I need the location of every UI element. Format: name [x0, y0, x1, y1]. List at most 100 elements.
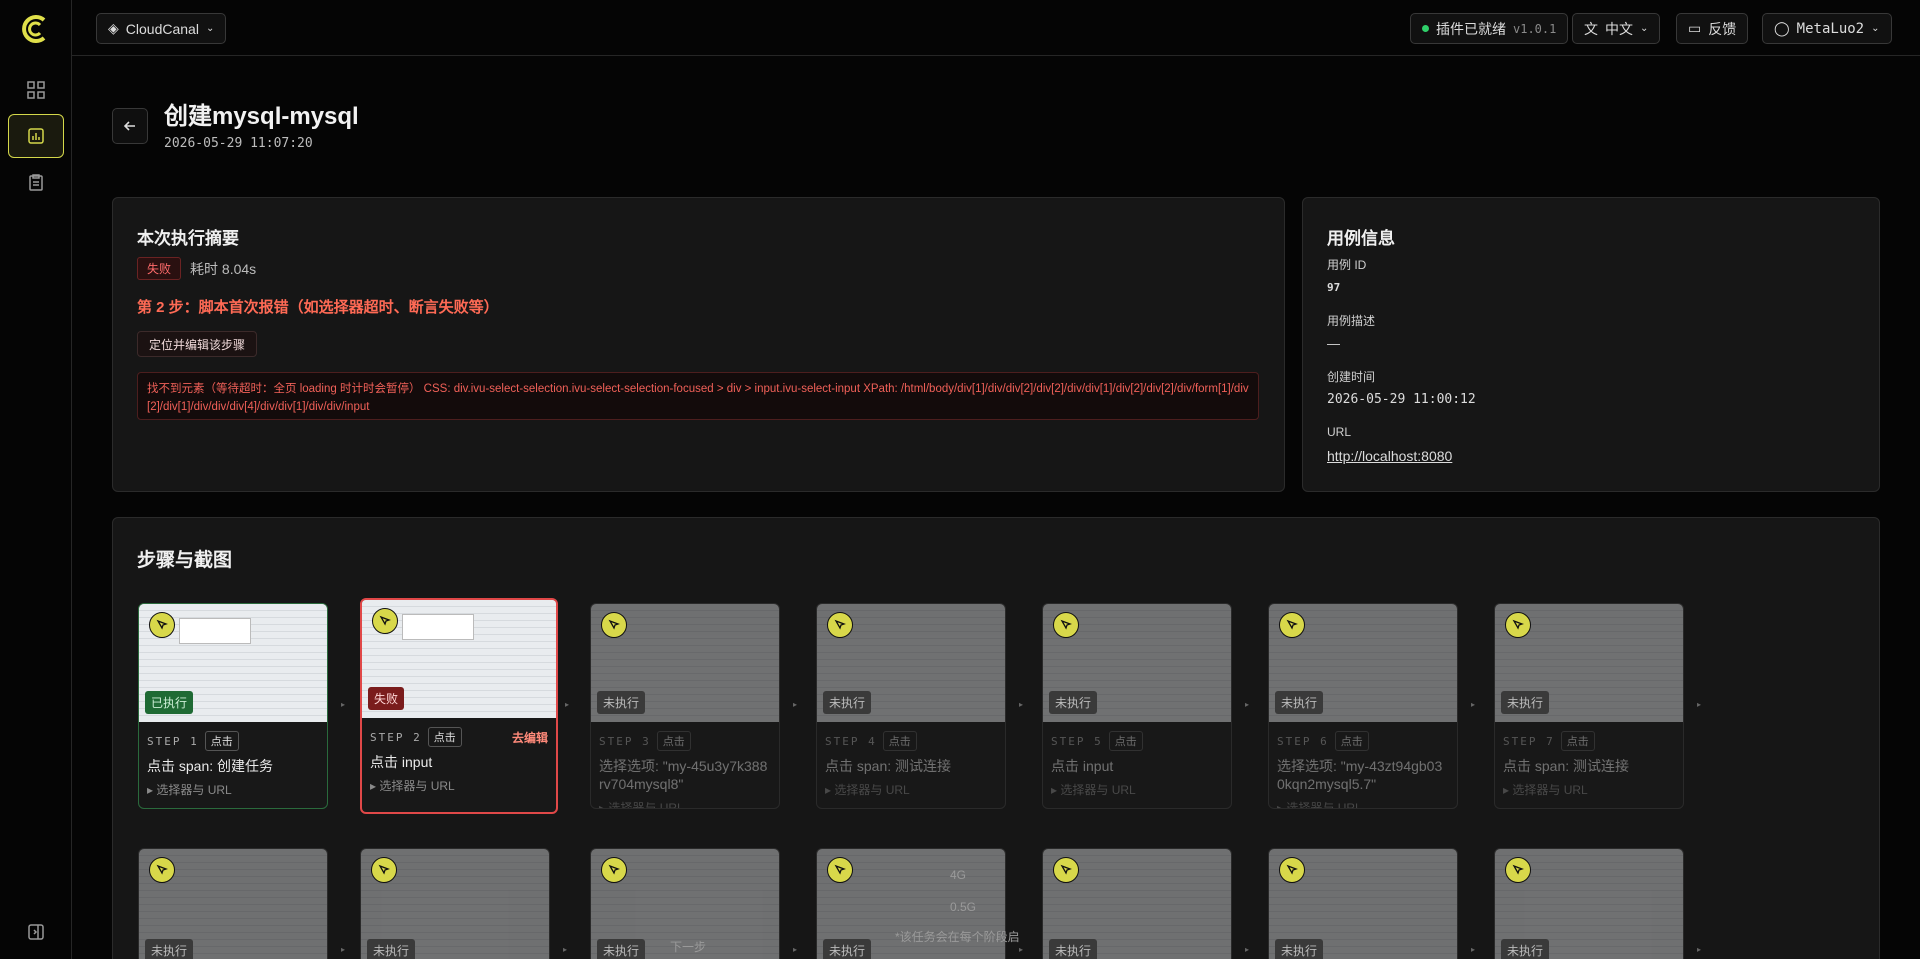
back-button[interactable] [112, 108, 148, 144]
feedback-button[interactable]: ▭ 反馈 [1676, 13, 1749, 44]
message-icon: ▭ [1688, 20, 1702, 36]
step-arrow-icon: ▸ [341, 945, 346, 954]
execution-summary-panel: 本次执行摘要 失败 耗时 8.04s 第 2 步：脚本首次报错（如选择器超时、断… [112, 197, 1285, 492]
step-card[interactable]: STEP 5 点击 点击 input ▸ 选择器与 URL 未执行 [1042, 603, 1232, 809]
cursor-click-icon [601, 612, 627, 638]
url-label: URL [1327, 425, 1352, 439]
row2-screenshot-label: 下一步 [670, 940, 707, 954]
case-desc-label: 用例描述 [1327, 314, 1376, 328]
status-dot-icon [1422, 25, 1429, 32]
feedback-label: 反馈 [1708, 20, 1737, 37]
topbar: ◈ CloudCanal ⌄ 插件已就绪 v1.0.1 文 中文 ⌄ ▭ 反馈 … [72, 0, 1920, 56]
step-description: 点击 span: 测试连接 [825, 758, 952, 774]
chevron-down-icon: ⌄ [205, 23, 215, 34]
created-value: 2026-05-29 11:00:12 [1327, 392, 1476, 407]
cursor-click-icon [827, 857, 853, 883]
step-card[interactable]: 未执行 [360, 848, 550, 959]
error-title: 第 2 步：脚本首次报错（如选择器超时、断言失败等） [137, 299, 499, 316]
step-card[interactable]: STEP 4 点击 点击 span: 测试连接 ▸ 选择器与 URL 未执行 [816, 603, 1006, 809]
step-card[interactable]: 未执行 [1268, 848, 1458, 959]
chevron-down-icon: ⌄ [1640, 23, 1649, 34]
step-state-badge: 未执行 [1501, 691, 1550, 714]
step-card[interactable]: 未执行 [138, 848, 328, 959]
step-screenshot[interactable]: 已执行 [139, 604, 327, 722]
steps-title: 步骤与截图 [137, 550, 233, 571]
url-link[interactable]: http://localhost:8080 [1327, 448, 1452, 464]
selector-url-toggle[interactable]: ▸ 选择器与 URL [1051, 781, 1223, 798]
dashboard-icon[interactable] [8, 68, 64, 112]
app-root: ◈ CloudCanal ⌄ 插件已就绪 v1.0.1 文 中文 ⌄ ▭ 反馈 … [0, 0, 1920, 959]
step-description: 选择选项: "my-43zt94gb030kqn2mysql5.7" [1277, 758, 1443, 792]
status-badge: 失败 [137, 257, 182, 280]
cursor-click-icon [1505, 612, 1531, 638]
step-state-badge: 已执行 [145, 691, 194, 714]
step-arrow-icon: ▸ [341, 700, 346, 709]
collapse-sidebar-icon[interactable] [8, 910, 64, 954]
step-card[interactable]: 未执行 [1042, 848, 1232, 959]
cursor-click-icon [1279, 612, 1305, 638]
workspace-selector[interactable]: ◈ CloudCanal ⌄ [96, 13, 227, 44]
plugin-status-label: 插件已就绪 [1436, 20, 1506, 37]
step-card[interactable]: STEP 3 点击 选择选项: "my-45u3y7k388rv704mysql… [590, 603, 780, 809]
translate-icon: 文 [1584, 20, 1598, 37]
sidebar [0, 0, 72, 959]
step-state-badge: 未执行 [145, 939, 194, 959]
step-arrow-icon: ▸ [1471, 700, 1476, 709]
step-state-badge: 未执行 [367, 939, 416, 959]
case-id-value: 97 [1327, 281, 1341, 294]
step-arrow-icon: ▸ [1697, 700, 1702, 709]
step-arrow-icon: ▸ [563, 945, 568, 954]
case-desc-value: — [1327, 336, 1340, 351]
step-card[interactable]: 已执行 STEP 1 点击 点击 span: 创建任务 ▸ 选择器与 URL [138, 603, 328, 809]
plugin-version: v1.0.1 [1513, 21, 1557, 36]
step-number: STEP 6 [1277, 734, 1329, 748]
workspace-label: CloudCanal [125, 20, 199, 37]
selector-url-toggle[interactable]: ▸ 选择器与 URL [1503, 781, 1675, 798]
plugin-status[interactable]: 插件已就绪 v1.0.1 [1410, 13, 1569, 44]
cursor-click-icon [1505, 857, 1531, 883]
step-state-badge: 未执行 [1275, 939, 1324, 959]
step-card[interactable]: 失败 STEP 2 点击 去编辑 点击 input ▸ 选择器与 URL [360, 598, 558, 814]
step-description: 点击 span: 测试连接 [1503, 758, 1630, 774]
step-number: STEP 1 [147, 734, 199, 748]
selector-url-toggle[interactable]: ▸ 选择器与 URL [370, 777, 548, 794]
cursor-click-icon [827, 612, 853, 638]
action-tag: 点击 [882, 731, 917, 751]
created-label: 创建时间 [1327, 370, 1376, 384]
step-arrow-icon: ▸ [1245, 945, 1250, 954]
cursor-click-icon [371, 857, 397, 883]
step-state-badge: 未执行 [597, 691, 646, 714]
step-card[interactable]: 未执行 [1494, 848, 1684, 959]
step-state-badge: 未执行 [1049, 939, 1098, 959]
language-selector[interactable]: 文 中文 ⌄ [1572, 13, 1661, 44]
row2-screenshot-label: 0.5G [950, 900, 977, 914]
user-icon: ◯ [1774, 20, 1790, 36]
step-description: 点击 input [370, 754, 433, 770]
cursor-click-icon [1279, 857, 1305, 883]
clipboard-icon[interactable] [8, 160, 64, 204]
edit-step-link[interactable]: 去编辑 [512, 729, 548, 746]
locate-edit-button[interactable]: 定位并编辑该步骤 [137, 331, 258, 357]
case-info-title: 用例信息 [1327, 229, 1395, 248]
duration-label: 耗时 8.04s [190, 260, 257, 277]
step-card[interactable]: STEP 6 点击 选择选项: "my-43zt94gb030kqn2mysql… [1268, 603, 1458, 809]
cursor-click-icon [1053, 612, 1079, 638]
arrow-left-icon [123, 121, 135, 131]
step-number: STEP 4 [825, 734, 877, 748]
step-card[interactable]: STEP 7 点击 点击 span: 测试连接 ▸ 选择器与 URL 未执行 [1494, 603, 1684, 809]
chart-icon[interactable] [8, 114, 64, 158]
step-state-badge: 未执行 [823, 691, 872, 714]
selector-url-toggle[interactable]: ▸ 选择器与 URL [599, 799, 771, 808]
cloudcanal-logo[interactable] [18, 14, 52, 44]
step-description: 选择选项: "my-45u3y7k388rv704mysql8" [599, 758, 768, 792]
user-menu[interactable]: ◯ MetaLuo2 ⌄ [1762, 13, 1892, 44]
selector-url-toggle[interactable]: ▸ 选择器与 URL [1277, 799, 1449, 808]
selector-url-toggle[interactable]: ▸ 选择器与 URL [825, 781, 997, 798]
step-description: 点击 input [1051, 758, 1114, 774]
step-screenshot[interactable]: 失败 [362, 600, 556, 718]
step-state-badge: 未执行 [1049, 691, 1098, 714]
step-state-badge: 失败 [368, 687, 405, 710]
selector-url-toggle[interactable]: ▸ 选择器与 URL [147, 781, 319, 798]
step-number: STEP 2 [370, 730, 422, 744]
page-timestamp: 2026-05-29 11:07:20 [164, 136, 313, 151]
